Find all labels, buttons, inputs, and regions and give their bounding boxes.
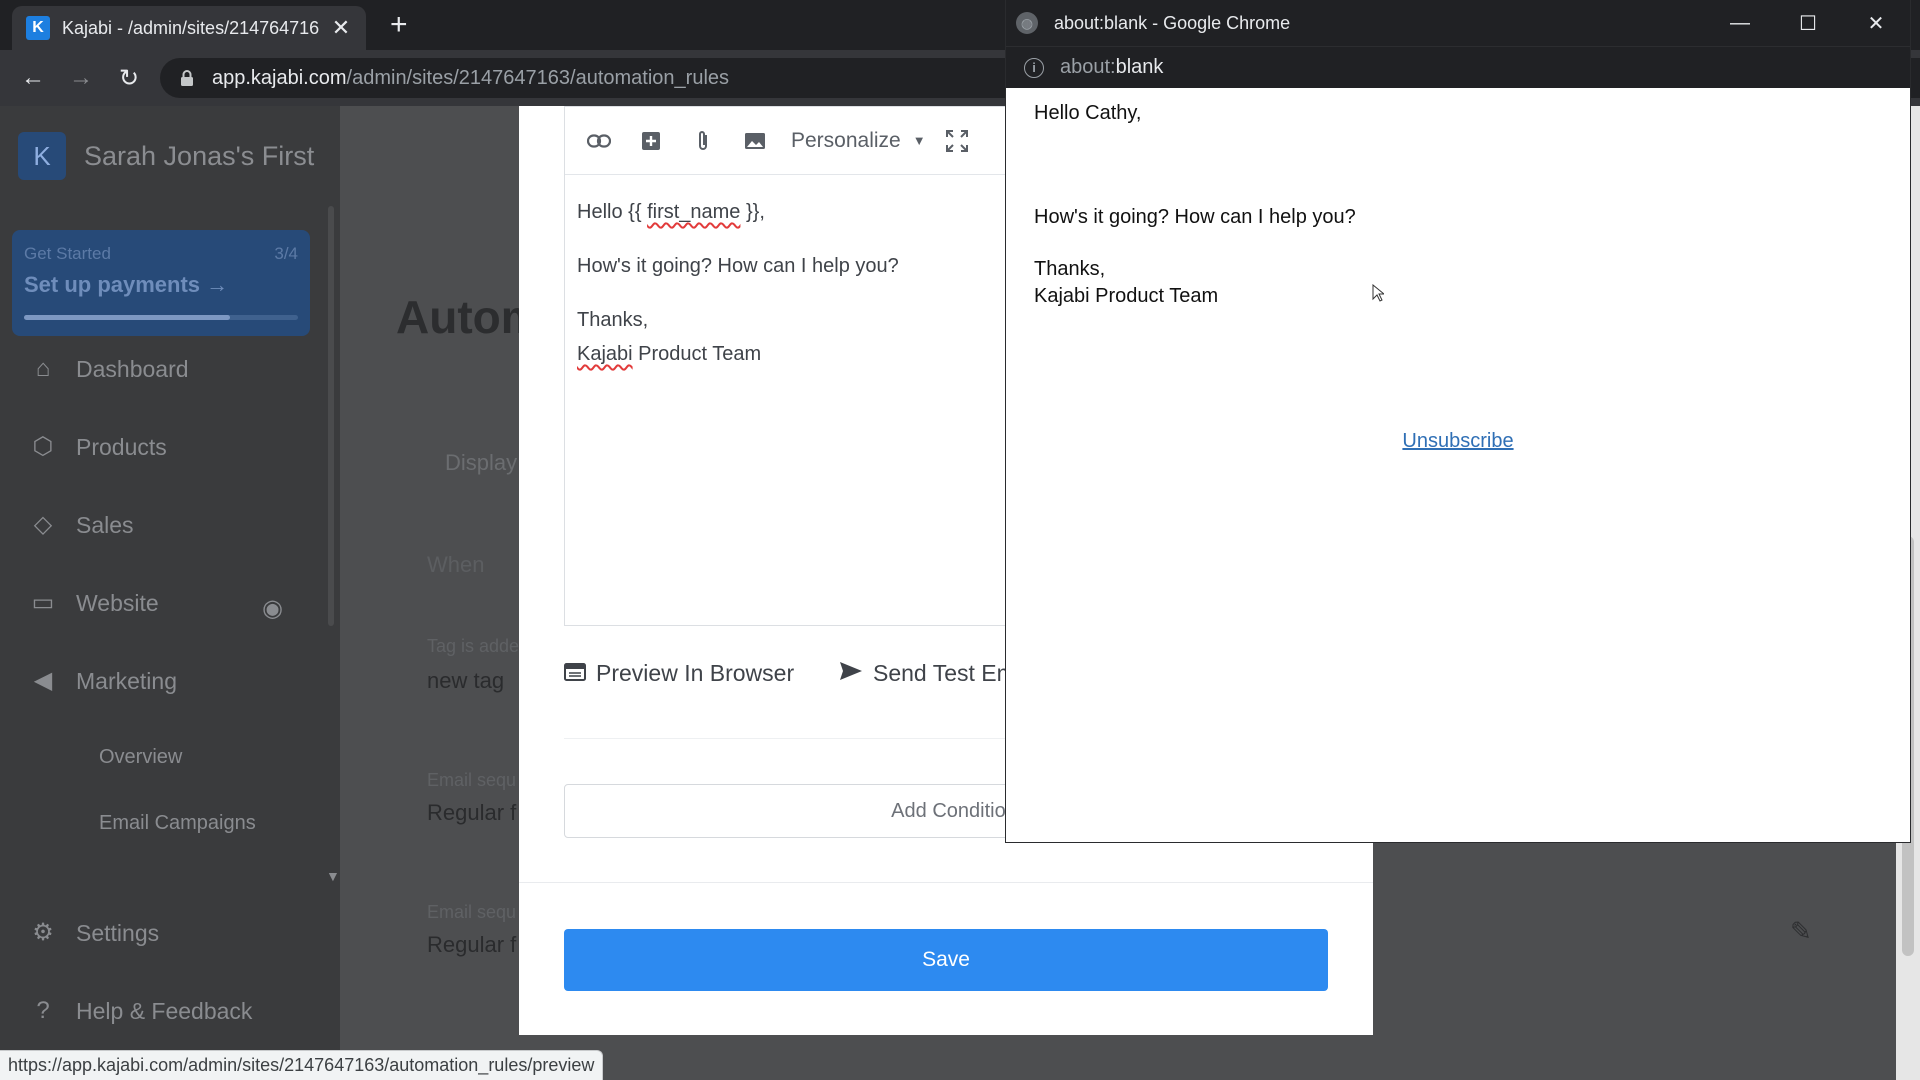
greeting-pre: Hello {{ [577,201,648,223]
site-name: Sarah Jonas's First [84,140,315,171]
popup-titlebar[interactable]: ◍ about:blank - Google Chrome — ☐ ✕ [1006,0,1910,46]
fullscreen-icon[interactable] [931,121,983,161]
email-hint-2: Email sequ [427,902,517,922]
email-hint-1: Email sequ [427,770,517,790]
sidebar-item-label: Website [76,589,159,616]
signature-brand: Kajabi [577,343,633,365]
unsubscribe-link[interactable]: Unsubscribe [1402,430,1513,452]
megaphone-icon: ◀ [33,667,53,694]
sidebar-subitem-email-campaigns[interactable]: Email Campaigns [99,812,256,835]
greeting-variable: first_name [647,201,741,223]
maximize-icon[interactable]: ☐ [1774,11,1842,36]
get-started-title: Set up payments [24,272,201,297]
tag-icon: ◇ [33,511,53,538]
preview-line-2: How's it going? How can I help you? [1034,206,1356,228]
monitor-icon: ▭ [31,589,55,616]
sidebar-item-label: Settings [76,919,160,946]
popup-url: blank [1115,56,1164,78]
url-path: /admin/sites/2147647163/automation_rules [346,66,730,89]
url-host: app.kajabi.com [212,66,347,89]
preview-line-4: Kajabi Product Team [1034,285,1219,307]
send-test-label: Send Test Em [873,660,1016,686]
pencil-icon[interactable]: ✎ [1790,916,1812,947]
progress-fill [24,315,230,320]
new-tab-button[interactable]: + [390,10,408,40]
paperclip-icon[interactable] [677,121,729,161]
image-icon[interactable] [729,121,781,161]
preview-line-3: Thanks, [1034,258,1106,280]
get-started-card[interactable]: Get Started 3/4 Set up payments → [12,230,310,336]
close-icon[interactable]: ✕ [1842,11,1910,36]
divider [519,882,1373,883]
email-value-2: Regular f [427,932,517,957]
globe-icon: ◍ [1016,12,1038,34]
email-preview-body: Hello Cathy, How's it going? How can I h… [1006,88,1910,842]
sidebar: K Sarah Jonas's First Get Started 3/4 Se… [0,106,340,1080]
sidebar-item-products[interactable]: ⬡ Products [28,432,167,462]
chevron-down-icon[interactable]: ▼ [326,868,340,884]
get-started-label: Get Started [24,244,111,263]
email-value-1: Regular f [427,800,517,825]
preview-greeting: Hello Cathy, [1034,102,1142,124]
kajabi-logo-icon: K [18,132,66,180]
add-block-icon[interactable] [625,121,677,161]
display-label: Display [445,450,518,475]
save-button[interactable]: Save [564,929,1328,991]
home-icon: ⌂ [35,355,51,382]
kajabi-favicon-icon: K [26,16,50,40]
eye-icon[interactable]: ◉ [262,594,283,623]
add-condition-label: Add Condition [891,799,1017,822]
gear-icon: ⚙ [32,919,54,946]
mouse-cursor-icon [1372,283,1386,307]
sidebar-item-marketing[interactable]: ◀ Marketing [28,666,177,696]
sidebar-scrollbar[interactable] [326,206,336,946]
sidebar-item-label: Products [76,433,167,460]
sidebar-item-website[interactable]: ▭ Website [28,588,159,618]
minimize-icon[interactable]: — [1706,12,1774,35]
greeting-post: }}, [740,201,765,223]
tab-close-icon[interactable]: ✕ [330,15,352,41]
box-icon: ⬡ [32,433,54,460]
sidebar-item-label: Sales [76,511,134,538]
when-label: When [427,552,485,577]
send-test-email-button[interactable]: Send Test Em [839,660,1016,687]
reload-icon[interactable]: ↻ [116,64,142,93]
tag-value: new tag [427,668,505,693]
caret-down-icon: ▼ [912,133,926,148]
help-icon: ? [36,997,50,1024]
info-icon[interactable]: i [1024,57,1044,78]
sidebar-item-settings[interactable]: ⚙ Settings [28,918,159,948]
browser-window-icon [564,661,586,687]
sidebar-item-label: Help & Feedback [76,997,253,1024]
sidebar-item-label: Marketing [76,667,177,694]
tag-hint: Tag is adde [427,636,520,656]
personalize-dropdown[interactable]: Personalize ▼ [791,129,931,153]
popup-window-title: about:blank - Google Chrome [1054,12,1291,33]
preview-label: Preview In Browser [596,660,795,686]
sidebar-item-sales[interactable]: ◇ Sales [28,510,134,540]
get-started-progress-bar [24,315,298,320]
personalize-label: Personalize [791,128,901,152]
sidebar-subitem-overview[interactable]: Overview [99,746,182,769]
sidebar-item-dashboard[interactable]: ⌂ Dashboard [28,354,189,384]
signature-rest: Product Team [632,343,762,365]
paper-plane-icon [839,661,863,687]
site-header[interactable]: K Sarah Jonas's First [18,132,314,180]
forward-arrow-icon[interactable]: → [68,64,94,92]
arrow-right-icon: → [206,272,229,297]
get-started-progress-text: 3/4 [274,244,298,263]
back-arrow-icon[interactable]: ← [20,64,46,92]
lock-icon[interactable] [180,70,196,86]
preview-in-browser-button[interactable]: Preview In Browser [564,660,794,687]
link-icon[interactable] [573,121,625,161]
status-bar-url: https://app.kajabi.com/admin/sites/21476… [0,1050,604,1080]
popup-url-bar: i about: blank [1006,46,1910,88]
sidebar-item-label: Dashboard [76,355,189,382]
sidebar-item-help[interactable]: ? Help & Feedback [28,996,252,1026]
tab-title: Kajabi - /admin/sites/214764716 [62,17,320,38]
unsubscribe-row: Unsubscribe [1006,430,1910,453]
preview-popup-window: ◍ about:blank - Google Chrome — ☐ ✕ i ab… [1006,0,1910,842]
browser-tab-kajabi[interactable]: K Kajabi - /admin/sites/214764716 ✕ [12,6,366,50]
popup-url-scheme: about: [1060,56,1116,78]
